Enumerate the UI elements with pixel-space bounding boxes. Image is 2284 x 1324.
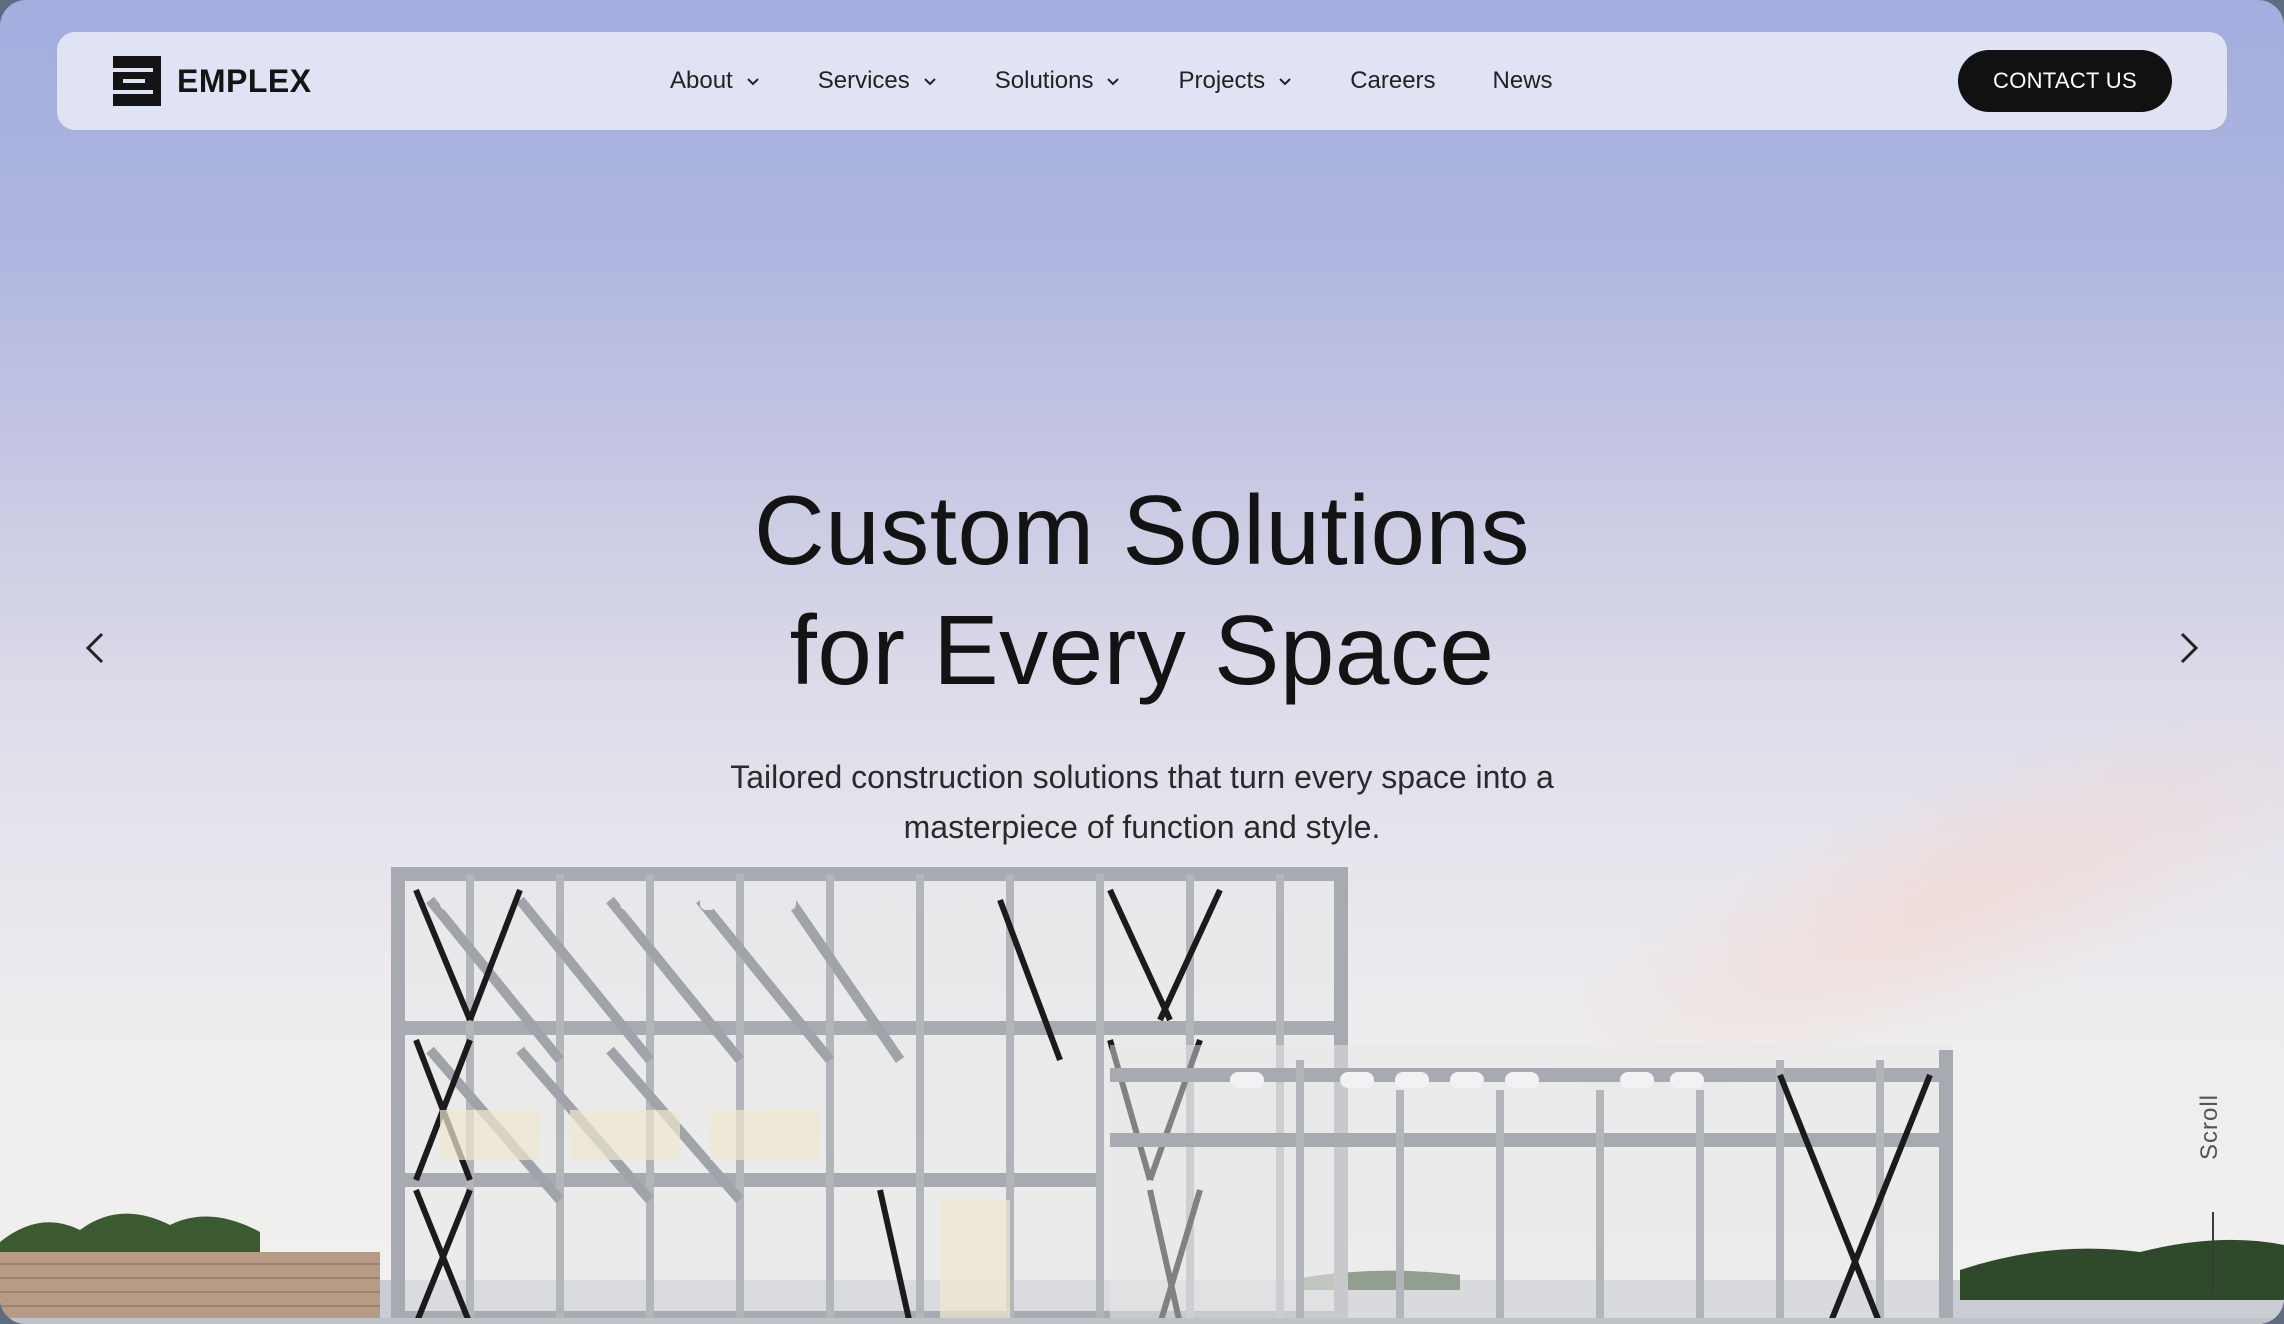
nav-item-label: Projects	[1178, 67, 1266, 94]
chevron-down-icon	[1107, 78, 1120, 86]
hero-subtitle-line-2: masterpiece of function and style.	[903, 809, 1381, 845]
hero-subtitle-line-1: Tailored construction solutions that tur…	[730, 759, 1554, 795]
nav-item-services[interactable]: Services	[818, 67, 938, 95]
scroll-label: Scroll	[2196, 1093, 2223, 1160]
nav-item-about[interactable]: About	[670, 67, 761, 95]
chevron-down-icon	[924, 78, 936, 86]
nav-item-careers[interactable]: Careers	[1350, 67, 1435, 95]
chevron-right-icon[interactable]	[2164, 624, 2212, 672]
top-navbar: EMPLEX About Services Solutions Projects…	[57, 32, 2227, 130]
scroll-indicator-line	[2212, 1212, 2214, 1294]
stacked-bars-logo-icon	[113, 56, 161, 106]
nav-item-label: Careers	[1350, 67, 1436, 94]
nav-item-label: Services	[817, 67, 910, 94]
nav-item-label: Solutions	[994, 67, 1094, 94]
chevron-down-icon	[747, 78, 759, 86]
nav-item-label: About	[670, 67, 733, 94]
main-nav: About Services Solutions Projects Career…	[670, 32, 1610, 130]
brand-logo[interactable]: EMPLEX	[113, 56, 312, 106]
hero-title: Custom Solutions for Every Space	[0, 470, 2284, 710]
brand-name: EMPLEX	[177, 62, 312, 99]
hero-title-line-1: Custom Solutions	[753, 475, 1531, 585]
nav-item-news[interactable]: News	[1493, 67, 1553, 95]
nav-item-solutions[interactable]: Solutions	[995, 67, 1122, 95]
nav-item-projects[interactable]: Projects	[1178, 67, 1293, 95]
chevron-left-icon[interactable]	[72, 624, 120, 672]
nav-item-label: News	[1492, 67, 1553, 94]
hero-title-line-2: for Every Space	[789, 595, 1495, 705]
hero-subtitle: Tailored construction solutions that tur…	[0, 752, 2284, 852]
hero-section: EMPLEX About Services Solutions Projects…	[0, 0, 2284, 1324]
steel-frame-building-image	[0, 867, 2284, 1324]
chevron-down-icon	[1279, 78, 1291, 86]
contact-us-button[interactable]: CONTACT US	[1958, 50, 2172, 112]
